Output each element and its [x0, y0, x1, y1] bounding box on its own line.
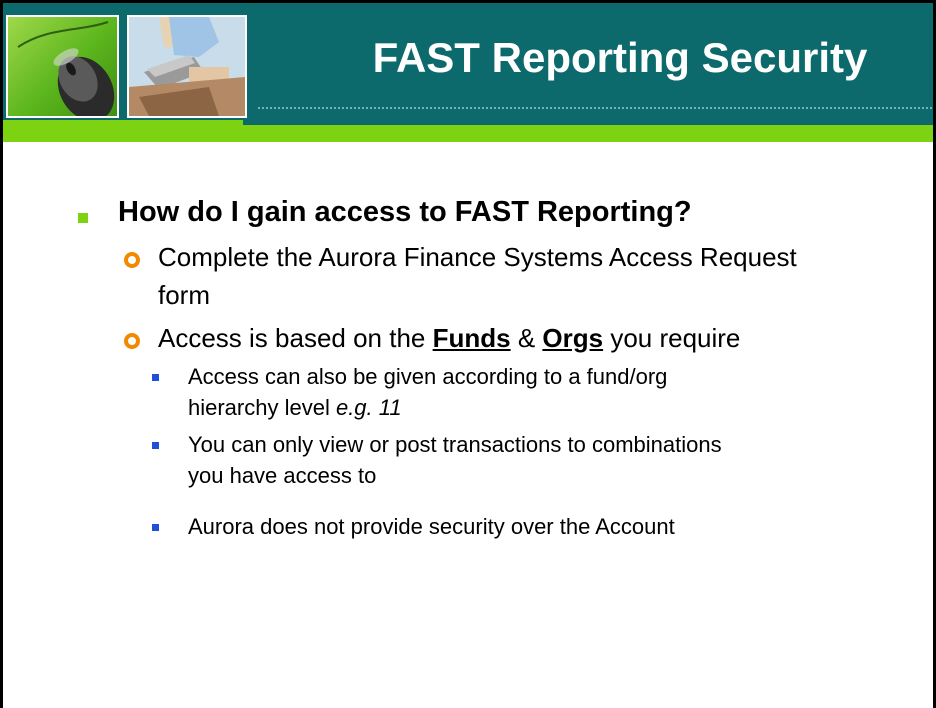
- green-square-bullet-icon: [78, 213, 88, 223]
- sub-bullet-2-line-1: You can only view or post transactions t…: [188, 432, 722, 457]
- funds-term: Funds: [432, 323, 511, 353]
- blue-square-bullet-icon: [152, 374, 159, 381]
- sub-bullet-1-line-2: hierarchy level e.g. 11: [188, 393, 908, 423]
- computer-mouse-photo: [6, 15, 119, 118]
- bullet-1-line-1: Complete the Aurora Finance Systems Acce…: [158, 242, 797, 272]
- slide: FAST Reporting Security How do I gain ac…: [0, 0, 936, 708]
- sub-bullet-2-line-2: you have access to: [188, 463, 377, 488]
- orgs-term: Orgs: [542, 323, 604, 353]
- blue-square-bullet-icon: [152, 442, 159, 449]
- bullet-2-suffix: you require: [603, 323, 741, 353]
- bullet-2-amp: &: [510, 323, 543, 353]
- orange-ring-bullet-icon: [124, 333, 140, 349]
- laptop-user-icon: [129, 17, 245, 116]
- heading-text: How do I gain access to FAST Reporting?: [118, 196, 692, 228]
- sub-bullet-3-line-1: Aurora does not provide security over th…: [188, 514, 675, 539]
- computer-mouse-icon: [17, 21, 115, 116]
- bullet-2-text: Access is based on the Funds & Orgs you …: [158, 320, 918, 356]
- sub-bullet-1-line-1: Access can also be given according to a …: [188, 364, 668, 389]
- sub-bullet-1-line-2-prefix: hierarchy level: [188, 395, 336, 420]
- orange-ring-bullet-icon: [124, 252, 140, 268]
- bullet-2-prefix: Access is based on the: [158, 323, 433, 353]
- bullet-1-line-2: form: [158, 280, 210, 310]
- header-dotted-rule: [258, 107, 933, 109]
- blue-square-bullet-icon: [152, 524, 159, 531]
- example-level: e.g. 11: [335, 395, 402, 420]
- image-accent-strip: [3, 120, 243, 128]
- slide-title: FAST Reporting Security: [372, 34, 868, 81]
- laptop-user-photo: [127, 15, 247, 118]
